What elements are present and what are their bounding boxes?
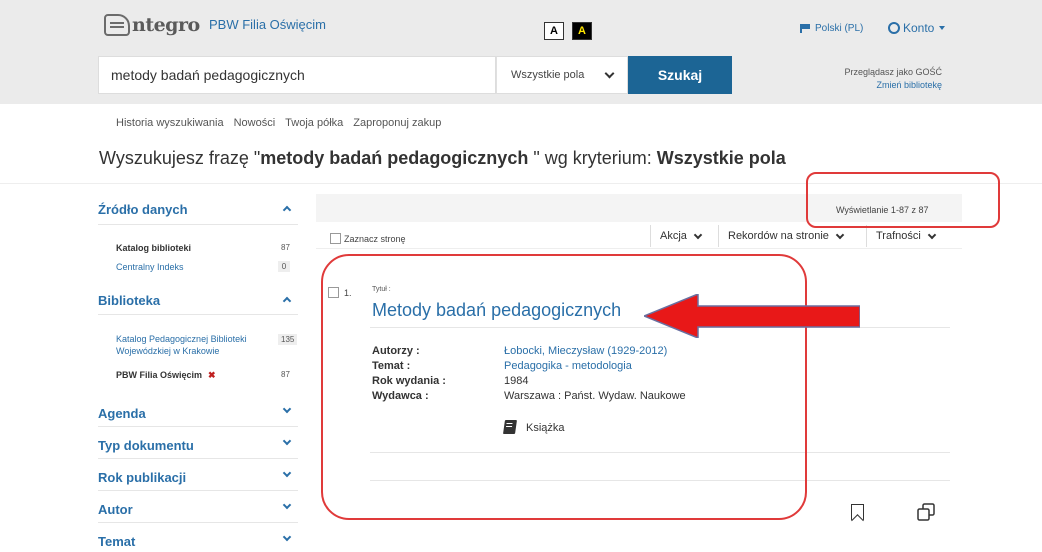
search-box [98,56,496,94]
facet-publication-year[interactable]: Rok publikacji [98,470,298,485]
facet-item-oswiecim-label: PBW Filia Oświęcim [116,370,203,380]
phrase-criterion: Wszystkie pola [656,148,786,168]
sort-dropdown[interactable]: Trafności [876,230,937,242]
divider [718,225,719,247]
copy-icon[interactable] [916,502,936,522]
bookmark-icon[interactable] [851,504,864,520]
facet-divider [98,522,298,523]
facet-count: 87 [281,370,290,379]
records-per-page-dropdown[interactable]: Rekordów na stronie [728,230,845,242]
action-dropdown[interactable]: Akcja [660,230,703,242]
select-page-label: Zaznacz stronę [344,233,406,244]
sort-label: Trafności [876,230,921,242]
branch-name[interactable]: PBW Filia Oświęcim [209,17,326,32]
phrase-middle: " wg kryterium: [528,148,657,168]
language-label: Polski (PL) [815,23,864,34]
logo-icon [104,14,130,36]
facet-divider [98,458,298,459]
logo-text: ntegro [132,14,200,36]
user-icon [888,22,900,34]
phrase-query: metody badań pedagogicznych [260,148,529,168]
remove-filter-icon[interactable]: ✖ [208,370,216,380]
guest-info: Przeglądasz jako GOŚĆ Zmień bibliotekę [844,66,942,92]
nav-suggest-purchase[interactable]: Zaproponuj zakup [353,117,441,129]
contrast-normal-button[interactable]: A [544,22,564,40]
integro-logo[interactable]: ntegro [104,14,200,36]
flag-icon [800,24,810,33]
nav-new-items[interactable]: Nowości [234,117,276,129]
chevron-down-icon [604,68,615,79]
divider [866,225,867,247]
facet-author[interactable]: Autor [98,502,298,517]
chevron-down-icon [927,230,937,239]
change-library-link[interactable]: Zmień bibliotekę [844,79,942,92]
facet-agenda[interactable]: Agenda [98,406,298,421]
facet-item-catalog[interactable]: Katalog biblioteki [116,242,191,254]
divider [650,225,651,247]
facet-count: 87 [281,243,290,252]
account-menu[interactable]: Konto [888,21,946,35]
search-phrase-heading: Wyszukujesz frazę "metody badań pedagogi… [99,148,786,169]
annotation-arrow-icon [644,294,860,338]
facet-item-krakow-library[interactable]: Katalog Pedagogicznej Biblioteki Wojewód… [116,333,268,357]
language-selector[interactable]: Polski (PL) [800,23,863,34]
phrase-prefix: Wyszukujesz frazę " [99,148,261,168]
chevron-down-icon [693,230,703,239]
facet-library-title[interactable]: Biblioteka [98,293,298,308]
facet-document-type[interactable]: Typ dokumentu [98,438,298,453]
facet-item-oswiecim[interactable]: PBW Filia Oświęcim ✖ [116,369,216,381]
select-page[interactable]: Zaznacz stronę [330,233,406,244]
facet-source-title[interactable]: Źródło danych [98,202,298,217]
chevron-down-icon [835,230,845,239]
sub-navigation: Historia wyszukiwania Nowości Twoja półk… [116,117,441,129]
records-per-page-label: Rekordów na stronie [728,230,829,242]
facet-divider [98,490,298,491]
guest-status: Przeglądasz jako GOŚĆ [844,67,942,77]
nav-your-shelf[interactable]: Twoja półka [285,117,343,129]
facet-count: 0 [278,261,290,272]
facet-divider [98,224,298,225]
search-input[interactable] [99,57,495,93]
facet-divider [98,314,298,315]
divider [316,248,962,249]
annotation-highlight-count [806,172,1000,228]
facet-item-central-index[interactable]: Centralny Indeks [116,261,184,273]
action-label: Akcja [660,230,687,242]
select-page-checkbox[interactable] [330,233,341,244]
caret-down-icon [939,26,946,30]
facet-subject[interactable]: Temat [98,534,298,549]
search-field-label: Wszystkie pola [511,69,585,81]
account-label: Konto [903,21,935,35]
facet-count: 135 [278,334,298,345]
search-button[interactable]: Szukaj [628,56,732,94]
contrast-high-button[interactable]: A [572,22,592,40]
nav-search-history[interactable]: Historia wyszukiwania [116,117,224,129]
search-field-select[interactable]: Wszystkie pola [496,56,628,94]
facet-divider [98,426,298,427]
